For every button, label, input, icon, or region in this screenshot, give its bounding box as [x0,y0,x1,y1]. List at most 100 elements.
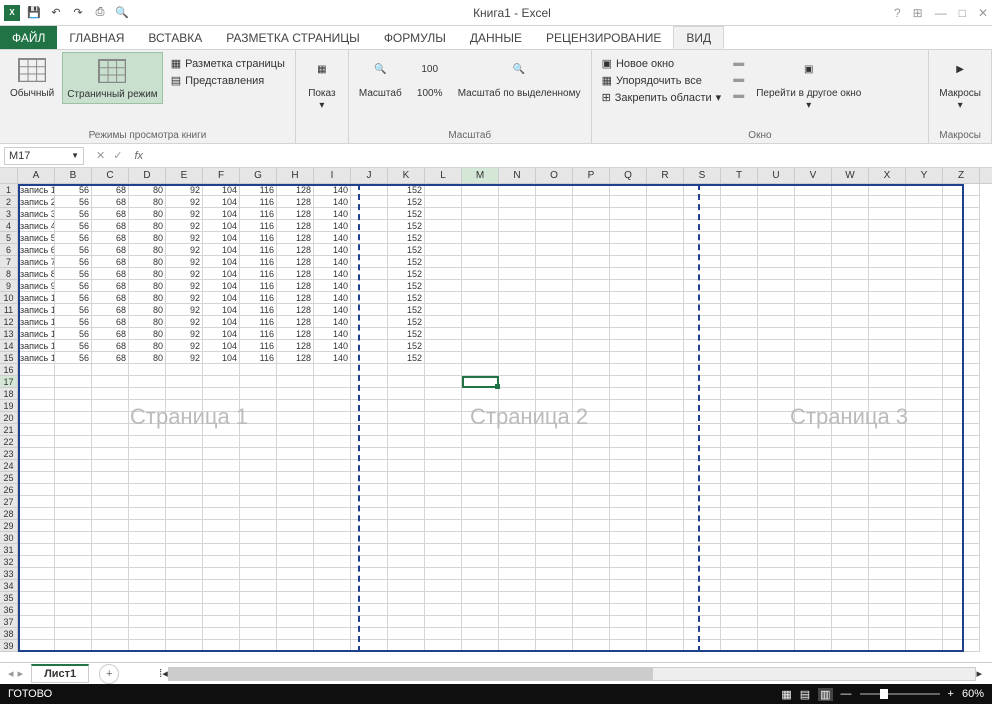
cell[interactable] [869,244,906,256]
cell[interactable] [906,508,943,520]
cell[interactable] [832,412,869,424]
cell[interactable]: 68 [92,292,129,304]
cell[interactable] [425,256,462,268]
cell[interactable] [684,340,721,352]
cell[interactable] [943,328,980,340]
cell[interactable] [462,340,499,352]
cell[interactable]: 56 [55,208,92,220]
cell[interactable] [462,472,499,484]
cell[interactable] [166,592,203,604]
cell[interactable] [425,508,462,520]
cell[interactable] [129,448,166,460]
cell[interactable] [758,436,795,448]
show-button[interactable]: ▦Показ▾ [302,52,342,114]
cell[interactable] [351,556,388,568]
view-custom-button[interactable]: ▤Представления [167,73,289,88]
cell[interactable] [795,280,832,292]
cell[interactable] [721,604,758,616]
view-pagelayout-button[interactable]: ▦Разметка страницы [167,56,289,71]
cell[interactable] [795,496,832,508]
cell[interactable] [795,304,832,316]
cell[interactable] [573,256,610,268]
view-pagebreak-icon[interactable]: ▥ [818,688,832,701]
cell[interactable] [92,640,129,652]
cell[interactable] [869,316,906,328]
column-header[interactable]: T [721,168,758,183]
cell[interactable] [647,316,684,328]
cell[interactable] [129,436,166,448]
cell[interactable] [906,376,943,388]
cell[interactable]: 68 [92,328,129,340]
cell[interactable] [573,184,610,196]
cell[interactable] [795,256,832,268]
cell[interactable]: 116 [240,244,277,256]
cell[interactable] [18,592,55,604]
cell[interactable] [92,460,129,472]
cell[interactable] [906,352,943,364]
cell[interactable] [943,412,980,424]
cell[interactable] [684,220,721,232]
cell[interactable] [832,556,869,568]
cell[interactable] [425,232,462,244]
formula-input[interactable] [147,146,992,165]
cell[interactable]: 56 [55,232,92,244]
cell[interactable]: 68 [92,268,129,280]
cell[interactable] [573,604,610,616]
cell[interactable] [610,424,647,436]
cell[interactable] [499,604,536,616]
cell[interactable] [573,196,610,208]
cell[interactable] [18,376,55,388]
cell[interactable] [314,532,351,544]
cell[interactable] [610,400,647,412]
cell[interactable]: 116 [240,232,277,244]
cell[interactable] [536,340,573,352]
cell[interactable] [906,364,943,376]
cell[interactable] [425,364,462,376]
cell[interactable] [832,196,869,208]
cell[interactable]: 92 [166,280,203,292]
column-header[interactable]: E [166,168,203,183]
cell[interactable] [129,364,166,376]
cell[interactable] [129,400,166,412]
cell[interactable] [795,640,832,652]
cell[interactable] [499,556,536,568]
cell[interactable] [129,388,166,400]
cancel-formula-icon[interactable]: ✕ [96,149,105,162]
cell[interactable] [758,268,795,280]
cell[interactable] [351,508,388,520]
cell[interactable] [388,640,425,652]
row-header[interactable]: 38 [0,628,18,640]
cell[interactable] [277,364,314,376]
cell[interactable] [943,460,980,472]
cell[interactable] [573,268,610,280]
cell[interactable] [795,424,832,436]
column-header[interactable]: Z [943,168,980,183]
cell[interactable] [906,436,943,448]
cell[interactable] [647,280,684,292]
cell[interactable]: 152 [388,316,425,328]
cell[interactable]: 92 [166,352,203,364]
cell[interactable] [18,448,55,460]
cell[interactable] [351,196,388,208]
cell[interactable]: 92 [166,220,203,232]
cell[interactable] [906,472,943,484]
cell[interactable] [425,436,462,448]
cell[interactable] [240,520,277,532]
cell[interactable] [18,388,55,400]
row-header[interactable]: 31 [0,544,18,556]
cell[interactable] [166,628,203,640]
row-header[interactable]: 24 [0,460,18,472]
cell[interactable] [240,496,277,508]
cell[interactable] [795,196,832,208]
cell[interactable] [684,280,721,292]
cell[interactable] [647,436,684,448]
cell[interactable] [18,604,55,616]
cell[interactable] [314,376,351,388]
cell[interactable] [832,472,869,484]
cell[interactable] [129,532,166,544]
cell[interactable] [314,496,351,508]
cell[interactable] [499,496,536,508]
cell[interactable] [869,304,906,316]
cell[interactable] [610,304,647,316]
cell[interactable] [314,592,351,604]
